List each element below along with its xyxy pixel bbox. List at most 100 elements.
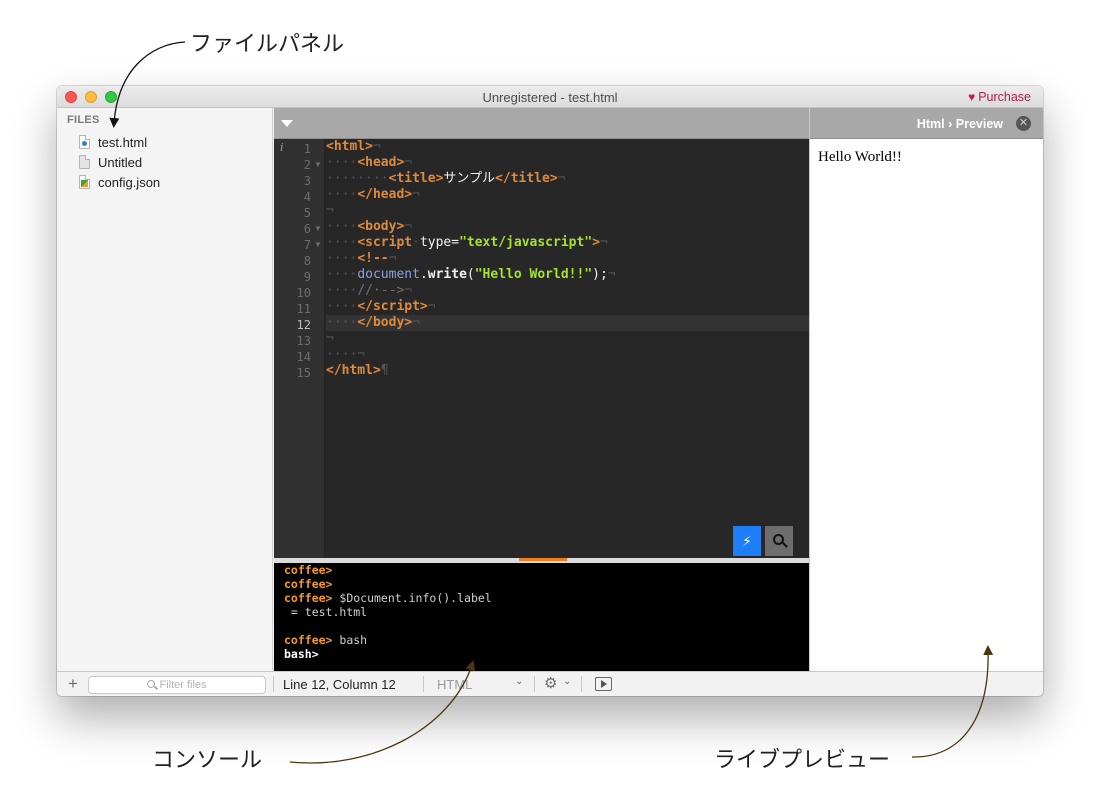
purchase-label: Purchase: [978, 90, 1031, 104]
console-prompt: coffee>: [284, 633, 333, 647]
annotation-file-panel: ファイルパネル: [190, 32, 345, 57]
annotation-console: コンソール: [152, 748, 263, 773]
heart-icon: ♥: [968, 90, 976, 104]
console-prompt: coffee>: [284, 591, 333, 605]
run-button[interactable]: ⚡: [733, 526, 761, 556]
line-number: 10: [296, 286, 311, 300]
divider: [423, 676, 424, 692]
console-text: $Document.info().label: [332, 591, 492, 605]
fold-arrow-icon[interactable]: ▼: [314, 221, 322, 237]
fold-arrow-icon[interactable]: ▼: [314, 157, 322, 173]
console-prompt: bash>: [284, 647, 319, 661]
live-preview-panel: Html › Preview ✕ Hello World!!: [809, 108, 1043, 671]
language-select[interactable]: HTML: [437, 677, 527, 692]
divider: [273, 676, 274, 692]
title-bar: Unregistered - test.html ♥ Purchase: [57, 86, 1043, 108]
add-file-icon[interactable]: +: [68, 674, 78, 694]
preview-header: Html › Preview ✕: [810, 108, 1043, 139]
gear-icon[interactable]: ⚙: [544, 674, 557, 692]
code-line-14: ····¬: [326, 347, 366, 362]
code-line-12: ····</body>¬: [326, 315, 809, 331]
divider: [581, 676, 582, 692]
code-line-9: ····document.write("Hello World!!");¬: [326, 267, 616, 282]
code-line-4: ····</head>¬: [326, 187, 420, 202]
cursor-position: Line 12, Column 12: [283, 677, 396, 692]
file-item-config-json[interactable]: config.json: [79, 173, 160, 191]
search-button[interactable]: [765, 526, 793, 556]
console-prompt: coffee>: [284, 563, 333, 577]
splitter-handle[interactable]: [519, 558, 567, 561]
line-number: 3: [303, 174, 311, 188]
status-bar: + Filter files Line 12, Column 12 HTML ⌄…: [57, 671, 1043, 696]
file-item-test-html[interactable]: test.html: [79, 133, 147, 151]
line-number: 4: [303, 190, 311, 204]
gear-chevron-down-icon[interactable]: ⌄: [563, 676, 571, 687]
divider: [534, 676, 535, 692]
console-line: [284, 619, 799, 633]
editor-toolbar: [274, 108, 809, 139]
line-number: 7: [303, 238, 311, 252]
preview-content: Hello World!!: [818, 149, 902, 165]
code-line-11: ····</script>¬: [326, 299, 436, 314]
code-line-2: ····<head>¬: [326, 155, 413, 170]
close-preview-icon[interactable]: ✕: [1016, 116, 1031, 131]
line-number: 6: [303, 222, 311, 236]
console-line: coffee> bash: [284, 633, 799, 647]
line-number: 14: [296, 350, 311, 364]
console-text: = test.html: [284, 605, 368, 619]
filter-placeholder: Filter files: [159, 679, 207, 691]
console-line: coffee>: [284, 577, 799, 591]
line-number: 15: [296, 366, 311, 380]
line-number: 11: [296, 302, 311, 316]
json-file-icon: [79, 175, 90, 189]
preview-title: Html › Preview: [916, 117, 1003, 131]
console[interactable]: coffee> coffee> coffee> $Document.info().l…: [274, 563, 809, 671]
file-name: Untitled: [98, 154, 143, 170]
editor-window: Unregistered - test.html ♥ Purchase FILE…: [57, 86, 1043, 696]
console-line: coffee> $Document.info().label: [284, 591, 799, 605]
file-panel: FILES test.html Untitled config.json: [57, 108, 273, 671]
filter-search-icon: [147, 680, 156, 688]
filter-files-input[interactable]: Filter files: [88, 676, 266, 694]
file-item-untitled[interactable]: Untitled: [79, 153, 142, 171]
line-number: 9: [303, 270, 311, 284]
code-line-7: ····<script·type="text/javascript">¬: [326, 235, 608, 250]
language-chevron-down-icon[interactable]: ⌄: [515, 676, 523, 687]
console-text: bash: [332, 633, 368, 647]
file-name: config.json: [98, 174, 161, 190]
line-number: 8: [303, 254, 311, 268]
console-line: coffee>: [284, 563, 799, 577]
code-line-10: ····//·-->¬: [326, 283, 413, 298]
code-line-1: <html>¬: [326, 139, 381, 154]
line-number: 2: [303, 158, 311, 172]
line-gutter: i 1 2 ▼ 3 4 5 6 ▼ 7 ▼ 8 9 10 11 12 13 14 15: [274, 139, 325, 558]
line-number: 12: [296, 318, 311, 332]
purchase-button[interactable]: ♥ Purchase: [968, 90, 1031, 104]
editor-menu-triangle-icon[interactable]: [281, 120, 293, 127]
code-area[interactable]: <html>¬ ····<head>¬ ········<title>サンプル<…: [326, 139, 809, 558]
line-number: 13: [296, 334, 311, 348]
file-name: test.html: [98, 134, 148, 150]
line-number: 1: [303, 142, 311, 156]
code-line-15: </html>¶: [326, 363, 389, 378]
search-icon: [772, 533, 784, 545]
html-file-icon: [79, 135, 90, 149]
code-line-8: ····<!--¬: [326, 251, 397, 266]
code-line-5: ¬: [326, 203, 334, 218]
fold-arrow-icon[interactable]: ▼: [314, 237, 322, 253]
annotation-live-preview: ライブプレビュー: [714, 748, 891, 773]
code-line-6: ····<body>¬: [326, 219, 413, 234]
files-header: FILES: [67, 114, 100, 126]
window-title: Unregistered - test.html: [482, 90, 618, 105]
line-number: 5: [303, 206, 311, 220]
play-preview-icon[interactable]: [595, 677, 612, 691]
console-prompt: coffee>: [284, 577, 333, 591]
console-line: = test.html: [284, 605, 799, 619]
code-editor[interactable]: i 1 2 ▼ 3 4 5 6 ▼ 7 ▼ 8 9 10 11 12 13 14 15 <html>¬ ····<…: [274, 108, 809, 558]
code-line-3: ········<title>サンプル</title>¬: [326, 171, 566, 186]
lightning-icon: ⚡: [742, 532, 752, 549]
console-line: bash>: [284, 647, 799, 661]
blank-file-icon: [79, 155, 90, 169]
code-line-13: ¬: [326, 331, 334, 346]
